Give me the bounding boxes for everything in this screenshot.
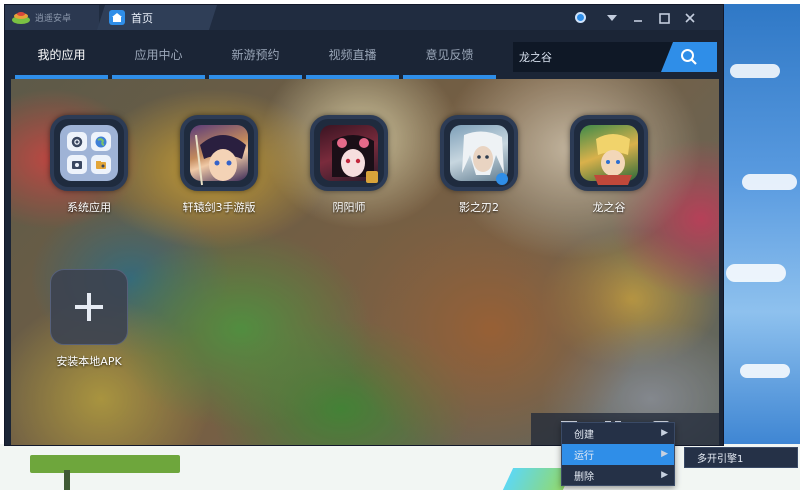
emulator-window: 逍遥安卓 首页 我的应用 应用中心 新游预约 视频直播 意见反馈 龙之谷 系统应… [4,4,724,446]
dragon-nest-game-icon [570,115,648,191]
app-label: 阴阳师 [332,201,366,214]
screen: 逍遥安卓 首页 我的应用 应用中心 新游预约 视频直播 意见反馈 龙之谷 系统应… [0,0,800,490]
home-tab-label: 首页 [131,12,153,25]
submenu-item-engine[interactable]: 多开引擎1 [684,447,798,468]
onmyoji-game-icon [310,115,388,191]
blade-shadow-game-icon [440,115,518,191]
brand-logo-icon [12,12,30,24]
install-apk-label: 安装本地APK [56,355,122,368]
tab-app-center[interactable]: 应用中心 [110,30,207,79]
tab-home[interactable]: 首页 [97,5,217,30]
system-apps-icon [50,115,128,191]
search-button[interactable] [661,42,717,72]
app-tile-system[interactable]: 系统应用 [27,115,151,215]
menu-item-create[interactable]: 创建 ▶ [562,423,674,444]
search-icon [681,49,697,65]
tab-feedback[interactable]: 意见反馈 [401,30,498,79]
xuanyuan-game-icon [180,115,258,191]
add-icon [50,269,128,345]
menu-item-delete[interactable]: 删除 ▶ [562,465,674,486]
tab-label: 新游预约 [231,48,280,62]
desktop-billboard [30,455,180,473]
search-box [513,42,717,72]
menu-item-label: 运行 [574,451,594,462]
home-icon [109,10,125,25]
install-apk-tile[interactable]: 安装本地APK [27,269,151,369]
app-label: 轩辕剑3手游版 [182,201,256,214]
app-tile-dragon-nest[interactable]: 龙之谷 [547,115,671,215]
tab-label: 我的应用 [37,48,86,62]
context-menu: 创建 ▶ 运行 ▶ 删除 ▶ [561,422,675,486]
minimize-icon[interactable] [629,9,647,27]
chevron-right-icon: ▶ [661,428,668,438]
menu-item-label: 创建 [574,430,594,441]
tab-new-games[interactable]: 新游预约 [207,30,304,79]
app-tile-blade-shadow[interactable]: 影之刃2 [417,115,541,215]
chevron-right-icon: ▶ [661,470,668,480]
tab-label: 意见反馈 [425,48,474,62]
app-label: 系统应用 [67,201,111,214]
user-account-icon[interactable] [571,9,589,27]
tab-live-video[interactable]: 视频直播 [304,30,401,79]
menu-item-label: 删除 [574,472,594,483]
tab-label: 应用中心 [134,48,183,62]
close-icon[interactable] [681,9,699,27]
app-label: 龙之谷 [592,201,626,214]
tab-label: 视频直播 [328,48,377,62]
app-label: 影之刃2 [459,201,499,214]
dropdown-menu-icon[interactable] [603,9,621,27]
desktop-wallpaper [722,4,800,444]
brand-name: 逍遥安卓 [35,14,72,24]
tab-my-apps[interactable]: 我的应用 [13,30,110,79]
app-tile-xuanyuan[interactable]: 轩辕剑3手游版 [157,115,281,215]
search-input[interactable] [519,46,659,68]
desktop-billboard-pole [64,470,70,490]
chevron-right-icon: ▶ [661,449,668,459]
nav-bar: 我的应用 应用中心 新游预约 视频直播 意见反馈 [5,30,723,79]
app-tile-onmyoji[interactable]: 阴阳师 [287,115,411,215]
title-bar: 逍遥安卓 首页 [5,5,723,30]
menu-item-run[interactable]: 运行 ▶ [562,444,674,465]
app-grid-area: 系统应用 轩辕剑3手游版 阴阳师 影之刃2 龙之谷 安装本地APK [11,79,719,445]
brand-area: 逍遥安卓 [5,5,99,30]
maximize-icon[interactable] [655,9,673,27]
submenu-item-label: 多开引擎1 [697,454,744,465]
